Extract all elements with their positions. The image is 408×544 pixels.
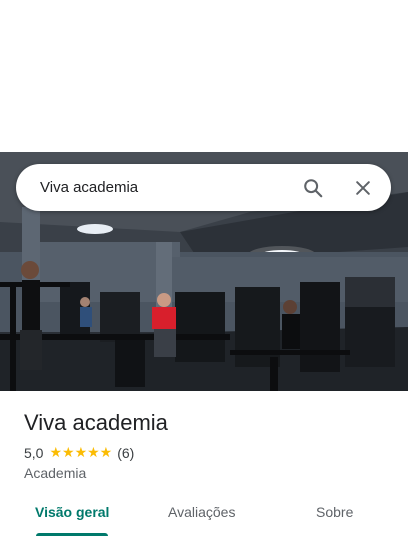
close-button[interactable] <box>349 174 377 202</box>
search-input[interactable]: Viva academia <box>40 179 299 196</box>
place-name: Viva academia <box>24 410 168 435</box>
place-category[interactable]: Academia <box>24 465 86 481</box>
close-icon <box>356 180 370 195</box>
tab-reviews[interactable]: Avaliações <box>168 504 235 520</box>
rating-row[interactable]: 5,0 ★★★★★ (6) <box>24 444 134 461</box>
star-rating-icon: ★★★★★ <box>49 444 113 460</box>
search-bar[interactable]: Viva academia <box>16 164 391 211</box>
search-icon <box>304 178 323 197</box>
review-count[interactable]: (6) <box>117 445 134 461</box>
active-tab-indicator <box>36 533 108 536</box>
search-button[interactable] <box>299 174 327 202</box>
rating-value: 5,0 <box>24 444 44 461</box>
tab-bar: Visão geral Avaliações Sobre <box>0 496 408 536</box>
tab-overview[interactable]: Visão geral <box>35 504 109 520</box>
tab-about[interactable]: Sobre <box>316 504 353 520</box>
